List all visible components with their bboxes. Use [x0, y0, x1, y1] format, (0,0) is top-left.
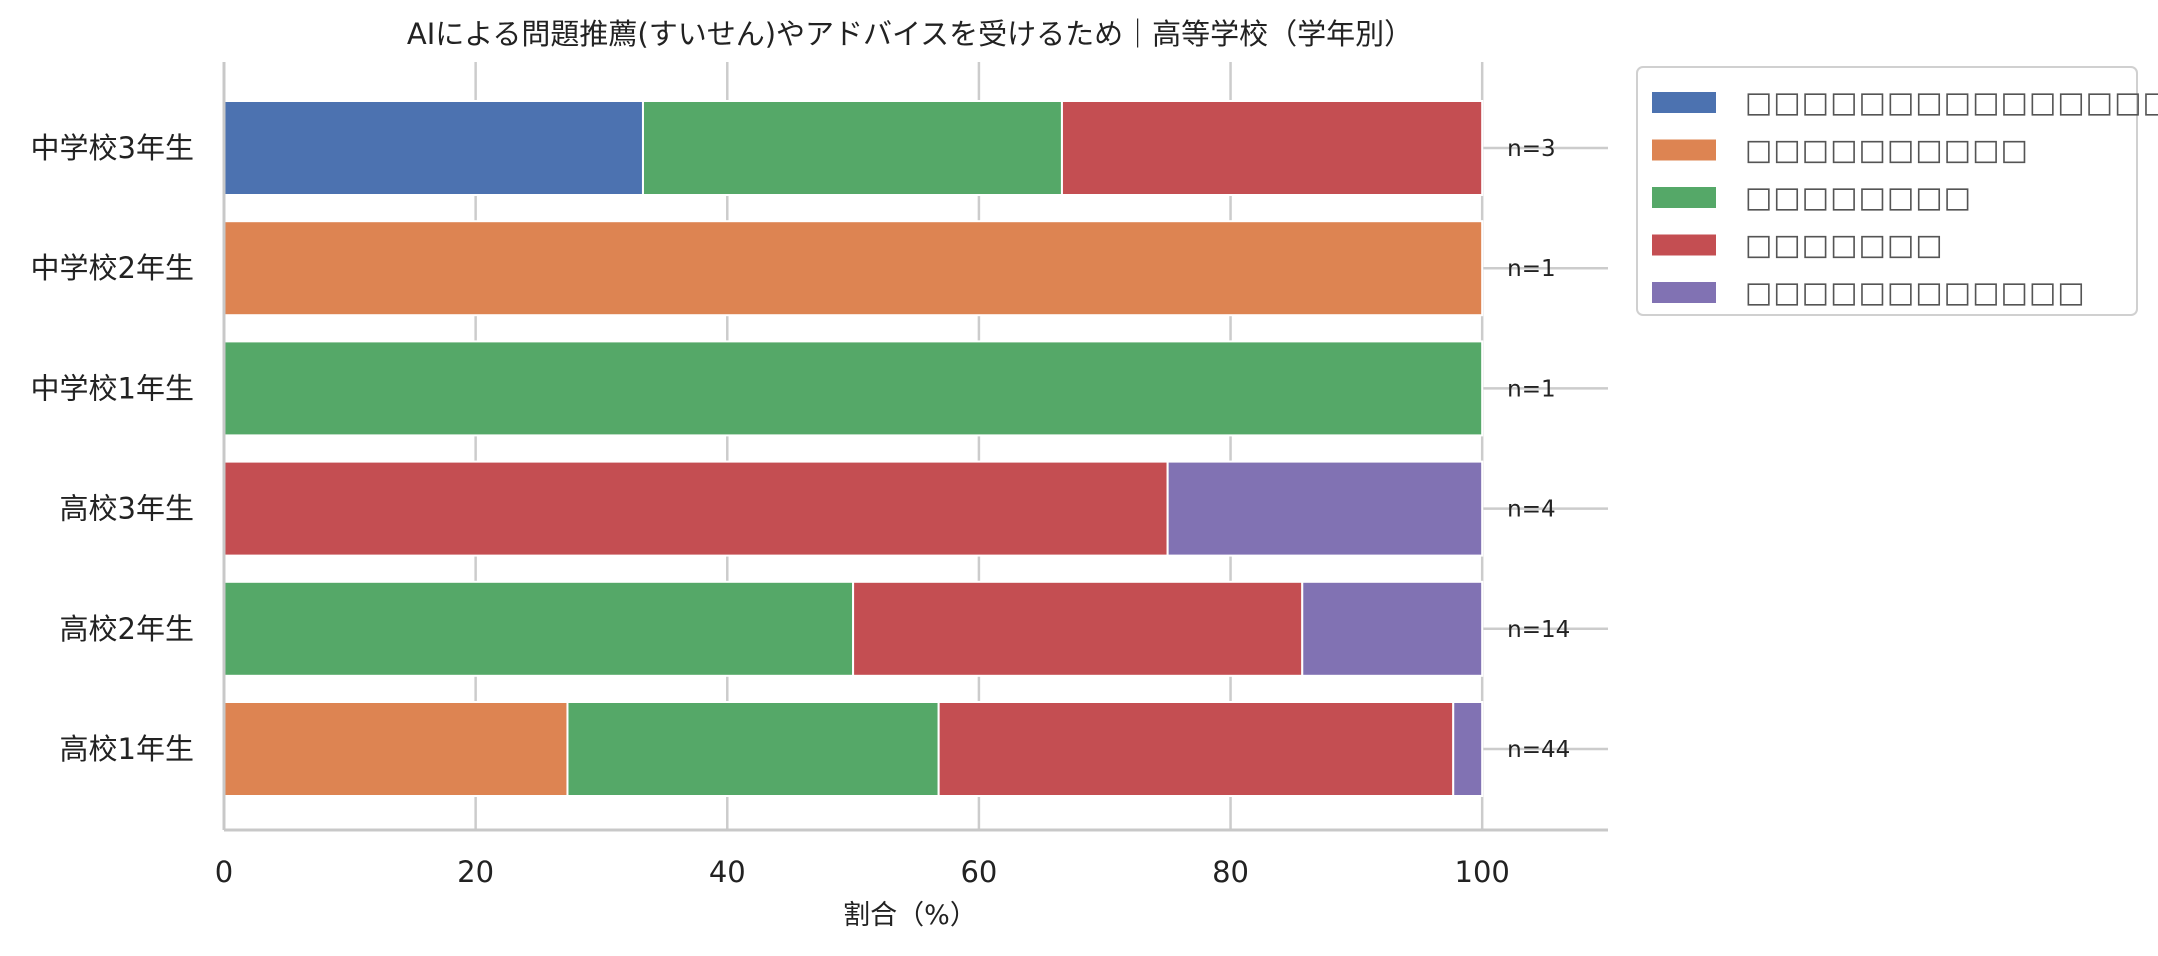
bars: [223, 100, 1484, 797]
n-label: n=1: [1507, 376, 1555, 402]
bar-segment: [1452, 701, 1484, 797]
legend-label: □□□□□□□: [1745, 228, 1944, 262]
legend: □□□□□□□□□□□□□□□ □□□□□□□□□□□□□□□□□□□□□□□□□…: [1636, 66, 2158, 316]
x-tick-label: 40: [709, 855, 746, 889]
bar-segment: [223, 460, 1169, 557]
legend-label: □□□□□□□□□□□□: [1745, 275, 2086, 309]
category-label: 中学校3年生: [31, 131, 194, 165]
x-tick-label: 60: [960, 855, 997, 889]
n-label: n=44: [1507, 737, 1570, 763]
x-axis-label: 割合（%）: [843, 900, 977, 931]
x-tick-label: 80: [1212, 855, 1249, 889]
legend-swatch: [1652, 92, 1716, 113]
bar-segment: [223, 100, 644, 196]
legend-label: □□□□□□□□□□□□□□□□□: [1745, 85, 2158, 119]
category-labels: 中学校3年生中学校2年生中学校1年生高校3年生高校2年生高校1年生: [31, 131, 194, 766]
legend-label: □□□□□□□□: [1745, 180, 1972, 214]
chart-container: AIによる問題推薦(すいせん)やアドバイスを受けるため｜高等学校（学年別） 中学…: [0, 0, 2158, 952]
n-label: n=1: [1507, 256, 1555, 282]
x-tick-label: 100: [1455, 855, 1510, 889]
legend-swatch: [1652, 282, 1716, 303]
bar-segment: [937, 701, 1455, 797]
category-label: 高校1年生: [60, 732, 194, 766]
stacked-bar-chart: AIによる問題推薦(すいせん)やアドバイスを受けるため｜高等学校（学年別） 中学…: [31, 17, 2158, 931]
bar-segment: [223, 340, 1484, 437]
x-tick-label: 20: [457, 855, 494, 889]
bar-segment: [641, 100, 1063, 196]
legend-swatch: [1652, 139, 1716, 161]
legend-label: □□□□□□□□□□: [1745, 133, 2029, 167]
bar-segment: [852, 580, 1304, 677]
bar-segment: [223, 701, 569, 797]
legend-swatch: [1652, 234, 1716, 256]
n-label: n=4: [1507, 497, 1555, 523]
x-tick-labels: 0 20 40 60 80 100: [215, 855, 1510, 889]
legend-swatch: [1652, 187, 1716, 208]
n-label: n=3: [1507, 136, 1555, 162]
bar-segment: [1301, 580, 1484, 677]
x-tick-label: 0: [215, 855, 233, 889]
bar-segment: [1060, 100, 1484, 196]
n-labels: n=3 n=1 n=1 n=4 n=14 n=44: [1507, 136, 1570, 763]
category-label: 中学校2年生: [31, 251, 194, 285]
bar-segment: [223, 580, 855, 677]
category-label: 中学校1年生: [31, 371, 194, 405]
category-label: 高校2年生: [60, 612, 194, 646]
n-label: n=14: [1507, 617, 1570, 643]
bar-segment: [223, 220, 1484, 317]
chart-title: AIによる問題推薦(すいせん)やアドバイスを受けるため｜高等学校（学年別）: [407, 17, 1413, 51]
bar-segment: [566, 701, 940, 797]
bar-segment: [1166, 460, 1484, 557]
category-label: 高校3年生: [60, 492, 194, 526]
